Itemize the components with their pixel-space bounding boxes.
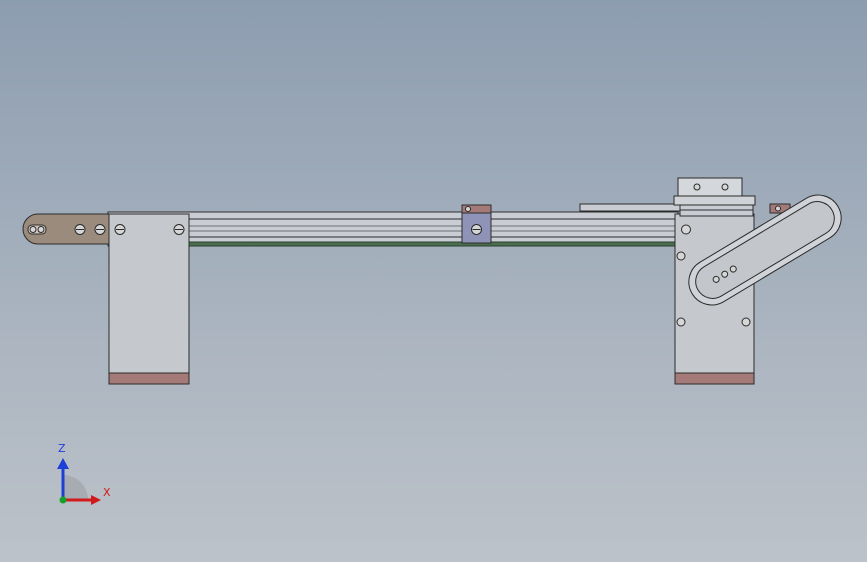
y-axis-dot (59, 496, 67, 504)
z-axis-label: Z (58, 442, 66, 455)
orientation-triad: Z X (50, 440, 120, 510)
triad-quadrant (63, 475, 88, 500)
cad-viewport[interactable]: Z X (0, 0, 867, 562)
left-end-plate (22, 213, 111, 245)
conveyor-model[interactable] (0, 0, 867, 562)
top-guide-plate (579, 203, 681, 212)
left-support-leg (108, 213, 190, 385)
conveyor-rail (107, 211, 679, 247)
middle-bracket (461, 204, 492, 244)
x-axis-label: X (103, 486, 111, 499)
top-mount-box (673, 177, 756, 217)
